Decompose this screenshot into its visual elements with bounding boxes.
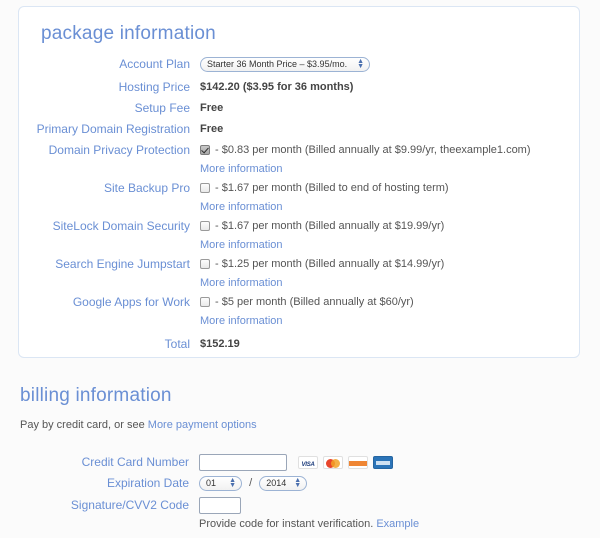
addon-text-sitelock-domain-security: - $1.67 per month (Billed annually at $1…: [215, 220, 445, 232]
addon-value-domain-privacy-protection: - $0.83 per month (Billed annually at $9…: [200, 141, 579, 179]
more-information-link-search-engine-jumpstart[interactable]: More information: [200, 274, 579, 293]
expiration-year-select[interactable]: 2014 ▲ ▼: [259, 475, 308, 491]
discover-card-icon: [348, 455, 369, 469]
addon-line: - $1.67 per month (Billed annually at $1…: [200, 217, 579, 236]
more-information-link-domain-privacy-protection[interactable]: More information: [200, 160, 579, 179]
addon-value-search-engine-jumpstart: - $1.25 per month (Billed annually at $1…: [200, 255, 579, 293]
row-total: Total $152.19: [19, 335, 579, 354]
more-information-link-site-backup-pro[interactable]: More information: [200, 198, 579, 217]
addon-value-sitelock-domain-security: - $1.67 per month (Billed annually at $1…: [200, 217, 579, 255]
addon-label-site-backup-pro: Site Backup Pro: [103, 181, 190, 195]
expiration-date-label: Expiration Date: [106, 476, 189, 490]
addon-line: - $1.67 per month (Billed to end of host…: [200, 179, 579, 198]
row-account-plan: Account Plan Starter 36 Month Price – $3…: [19, 55, 579, 74]
account-plan-label: Account Plan: [119, 57, 190, 71]
package-rows: Account Plan Starter 36 Month Price – $3…: [19, 55, 579, 354]
hosting-price-value: $142.20 ($3.95 for 36 months): [200, 81, 354, 93]
addon-label-sitelock-domain-security: SiteLock Domain Security: [52, 219, 190, 233]
total-value: $152.19: [200, 338, 240, 350]
stepper-arrows-icon: ▲ ▼: [294, 477, 302, 490]
account-plan-value: Starter 36 Month Price – $3.95/mo. ▲ ▼: [200, 55, 579, 74]
account-plan-selected-text: Starter 36 Month Price – $3.95/mo.: [207, 58, 348, 69]
primary-domain-registration-value: Free: [200, 123, 224, 135]
payment-note-text: Pay by credit card, or see: [20, 419, 148, 431]
addon-text-domain-privacy-protection: - $0.83 per month (Billed annually at $9…: [215, 144, 531, 156]
addon-value-site-backup-pro: - $1.67 per month (Billed to end of host…: [200, 179, 579, 217]
row-addon-search-engine-jumpstart: Search Engine Jumpstart - $1.25 per mont…: [19, 255, 579, 293]
addon-checkbox-sitelock-domain-security[interactable]: [200, 221, 210, 231]
addon-label-domain-privacy-protection: Domain Privacy Protection: [48, 143, 190, 157]
row-addon-domain-privacy-protection: Domain Privacy Protection - $0.83 per mo…: [19, 141, 579, 179]
more-information-link-sitelock-domain-security[interactable]: More information: [200, 236, 579, 255]
credit-card-number-input[interactable]: [199, 453, 287, 471]
cvv-value: Provide code for instant verification. E…: [199, 496, 580, 534]
mastercard-card-icon: [323, 455, 344, 469]
row-primary-domain-registration: Primary Domain Registration Free: [19, 120, 579, 139]
more-payment-options-link[interactable]: More payment options: [148, 419, 257, 431]
accepted-card-brands: VISA: [298, 455, 395, 469]
visa-card-icon: VISA: [298, 455, 319, 469]
stepper-arrows-icon: ▲ ▼: [229, 477, 236, 490]
setup-fee-value: Free: [200, 102, 224, 114]
row-credit-card-number: Credit Card Number VISA: [18, 453, 580, 472]
row-setup-fee: Setup Fee Free: [19, 99, 579, 118]
row-addon-sitelock-domain-security: SiteLock Domain Security - $1.67 per mon…: [19, 217, 579, 255]
addon-label-search-engine-jumpstart: Search Engine Jumpstart: [55, 257, 190, 271]
cvv-example-link[interactable]: Example: [376, 518, 419, 530]
stepper-arrows-icon: ▲ ▼: [357, 58, 364, 71]
addon-checkbox-google-apps-for-work[interactable]: [200, 297, 210, 307]
credit-card-number-label: Credit Card Number: [81, 455, 189, 469]
row-addon-google-apps-for-work: Google Apps for Work - $5 per month (Bil…: [19, 293, 579, 331]
mc-circle-right: [331, 458, 341, 468]
expiration-separator: /: [249, 477, 253, 489]
addon-text-google-apps-for-work: - $5 per month (Billed annually at $60/y…: [215, 296, 414, 308]
addon-text-site-backup-pro: - $1.67 per month (Billed to end of host…: [215, 182, 449, 194]
billing-rows: Credit Card Number VISA Expiration Date …: [18, 453, 580, 534]
setup-fee-label: Setup Fee: [134, 101, 190, 115]
addon-text-search-engine-jumpstart: - $1.25 per month (Billed annually at $1…: [215, 258, 445, 270]
cvv-label: Signature/CVV2 Code: [70, 498, 189, 512]
expiration-month-select[interactable]: 01 ▲ ▼: [199, 475, 242, 491]
addon-checkbox-search-engine-jumpstart[interactable]: [200, 259, 210, 269]
discover-band: [349, 460, 368, 466]
hosting-price-label: Hosting Price: [118, 80, 190, 94]
addon-line: - $0.83 per month (Billed annually at $9…: [200, 141, 579, 160]
package-information-title: package information: [41, 23, 216, 44]
row-cvv: Signature/CVV2 Code Provide code for ins…: [18, 496, 580, 534]
addon-line: - $1.25 per month (Billed annually at $1…: [200, 255, 579, 274]
cvv-hint: Provide code for instant verification. E…: [199, 515, 580, 534]
payment-note: Pay by credit card, or see More payment …: [20, 419, 580, 431]
package-information-panel: package information Account Plan Starter…: [18, 6, 580, 358]
credit-card-number-value: VISA: [199, 453, 580, 472]
row-expiration-date: Expiration Date 01 ▲ ▼ / 2014 ▲ ▼: [18, 474, 580, 493]
amex-band: [376, 460, 391, 465]
expiration-month-text: 01: [206, 477, 217, 488]
expiration-year-text: 2014: [266, 477, 287, 488]
billing-information-title: billing information: [20, 385, 172, 406]
row-addon-site-backup-pro: Site Backup Pro - $1.67 per month (Bille…: [19, 179, 579, 217]
addon-checkbox-domain-privacy-protection[interactable]: [200, 145, 210, 155]
total-label: Total: [164, 337, 190, 351]
cvv-input[interactable]: [199, 496, 241, 514]
amex-card-icon: [373, 455, 394, 469]
more-information-link-google-apps-for-work[interactable]: More information: [200, 312, 579, 331]
addon-value-google-apps-for-work: - $5 per month (Billed annually at $60/y…: [200, 293, 579, 331]
addon-line: - $5 per month (Billed annually at $60/y…: [200, 293, 579, 312]
billing-information-section: billing information Pay by credit card, …: [18, 385, 580, 534]
cvv-hint-text: Provide code for instant verification.: [199, 518, 377, 530]
row-hosting-price: Hosting Price $142.20 ($3.95 for 36 mont…: [19, 78, 579, 97]
addon-label-google-apps-for-work: Google Apps for Work: [72, 295, 190, 309]
addon-checkbox-site-backup-pro[interactable]: [200, 183, 210, 193]
expiration-date-value: 01 ▲ ▼ / 2014 ▲ ▼: [199, 474, 580, 493]
account-plan-select[interactable]: Starter 36 Month Price – $3.95/mo. ▲ ▼: [200, 56, 370, 72]
primary-domain-registration-label: Primary Domain Registration: [36, 122, 190, 136]
